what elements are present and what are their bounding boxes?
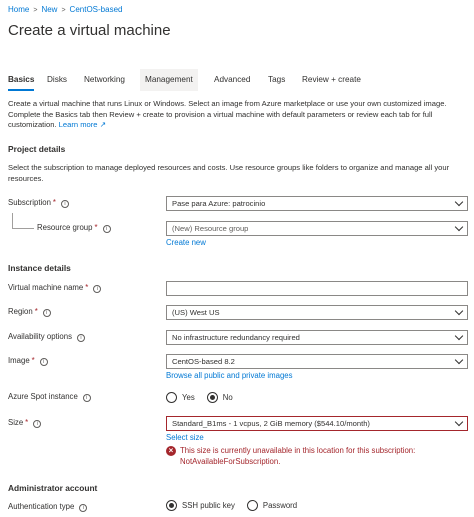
tab-networking[interactable]: Networking bbox=[84, 69, 125, 91]
availability-label: Availability options i bbox=[8, 330, 86, 344]
tab-review-create[interactable]: Review + create bbox=[302, 69, 361, 91]
auth-password-radio[interactable] bbox=[246, 499, 258, 511]
required-marker: * bbox=[25, 418, 29, 427]
info-icon[interactable]: i bbox=[102, 225, 111, 233]
auth-ssh-label[interactable]: SSH public key bbox=[182, 501, 235, 510]
required-marker: * bbox=[94, 223, 98, 232]
project-details-description: Select the subscription to manage deploy… bbox=[8, 163, 450, 183]
image-select[interactable]: CentOS-based 8.2 bbox=[166, 354, 468, 369]
spot-yes-label[interactable]: Yes bbox=[182, 393, 195, 402]
image-label: Image * i bbox=[8, 354, 48, 368]
info-icon[interactable]: i bbox=[33, 420, 42, 428]
browse-images-link[interactable]: Browse all public and private images bbox=[166, 371, 293, 380]
spot-yes-radio[interactable] bbox=[166, 391, 177, 403]
breadcrumb: Home > New > CentOS-based bbox=[8, 5, 122, 14]
tab-basics[interactable]: Basics bbox=[8, 69, 35, 91]
intro-text: Create a virtual machine that runs Linux… bbox=[8, 99, 468, 131]
tab-management[interactable]: Management bbox=[140, 69, 198, 91]
external-link-icon: ↗ bbox=[97, 120, 106, 129]
page-title: Create a virtual machine bbox=[8, 22, 171, 39]
size-select[interactable]: Standard_B1ms - 1 vcpus, 2 GiB memory ($… bbox=[166, 416, 468, 431]
spot-instance-label: Azure Spot instance i bbox=[8, 390, 91, 404]
tab-bar: Basics Disks Networking Management Advan… bbox=[0, 69, 474, 91]
info-icon[interactable]: i bbox=[77, 334, 86, 342]
auth-ssh-radio[interactable] bbox=[166, 499, 177, 511]
resource-group-label: Resource group * i bbox=[37, 221, 111, 235]
chevron-down-icon bbox=[454, 197, 464, 207]
vm-name-label: Virtual machine name * i bbox=[8, 281, 102, 295]
spot-instance-radio-group: Yes No bbox=[166, 390, 245, 404]
info-icon[interactable]: i bbox=[93, 285, 102, 293]
required-marker: * bbox=[52, 198, 56, 207]
chevron-down-icon bbox=[454, 306, 464, 316]
project-details-heading: Project details bbox=[8, 144, 66, 154]
required-marker: * bbox=[85, 283, 89, 292]
breadcrumb-home[interactable]: Home bbox=[8, 5, 29, 14]
tree-connector bbox=[12, 228, 34, 229]
region-select[interactable]: (US) West US bbox=[166, 305, 468, 320]
availability-select[interactable]: No infrastructure redundancy required bbox=[166, 330, 468, 345]
chevron-down-icon bbox=[454, 355, 464, 365]
subscription-label: Subscription * i bbox=[8, 196, 69, 210]
info-icon[interactable]: i bbox=[42, 309, 51, 317]
resource-group-select[interactable]: (New) Resource group bbox=[166, 221, 468, 236]
error-icon: × bbox=[166, 446, 176, 456]
size-error-message: This size is currently unavailable in th… bbox=[180, 446, 416, 466]
chevron-down-icon bbox=[454, 331, 464, 341]
tab-advanced[interactable]: Advanced bbox=[214, 69, 250, 91]
learn-more-link[interactable]: Learn more bbox=[59, 120, 98, 129]
breadcrumb-new[interactable]: New bbox=[41, 5, 57, 14]
admin-account-heading: Administrator account bbox=[8, 483, 98, 493]
breadcrumb-centos[interactable]: CentOS-based bbox=[70, 5, 123, 14]
vm-name-input[interactable] bbox=[166, 281, 468, 296]
info-icon[interactable]: i bbox=[39, 358, 48, 366]
spot-no-label[interactable]: No bbox=[223, 393, 233, 402]
select-size-link[interactable]: Select size bbox=[166, 433, 204, 442]
tree-connector bbox=[12, 213, 13, 228]
required-marker: * bbox=[34, 307, 38, 316]
info-icon[interactable]: i bbox=[79, 504, 88, 512]
size-label: Size * i bbox=[8, 416, 42, 430]
region-label: Region * i bbox=[8, 305, 51, 319]
info-icon[interactable]: i bbox=[82, 394, 91, 402]
instance-details-heading: Instance details bbox=[8, 263, 71, 273]
auth-type-label: Authentication type i bbox=[8, 500, 88, 514]
required-marker: * bbox=[31, 356, 35, 365]
chevron-down-icon bbox=[454, 417, 464, 427]
chevron-right-icon: > bbox=[33, 7, 38, 14]
tab-disks[interactable]: Disks bbox=[47, 69, 67, 91]
info-icon[interactable]: i bbox=[60, 200, 69, 208]
create-new-link[interactable]: Create new bbox=[166, 238, 206, 247]
auth-type-radio-group: SSH public key Password bbox=[166, 498, 309, 512]
chevron-right-icon: > bbox=[61, 7, 66, 14]
auth-password-label[interactable]: Password bbox=[263, 501, 297, 510]
subscription-select[interactable]: Pase para Azure: patrocinio bbox=[166, 196, 468, 211]
spot-no-radio[interactable] bbox=[206, 391, 218, 403]
chevron-down-icon bbox=[454, 222, 464, 232]
tab-tags[interactable]: Tags bbox=[268, 69, 285, 91]
